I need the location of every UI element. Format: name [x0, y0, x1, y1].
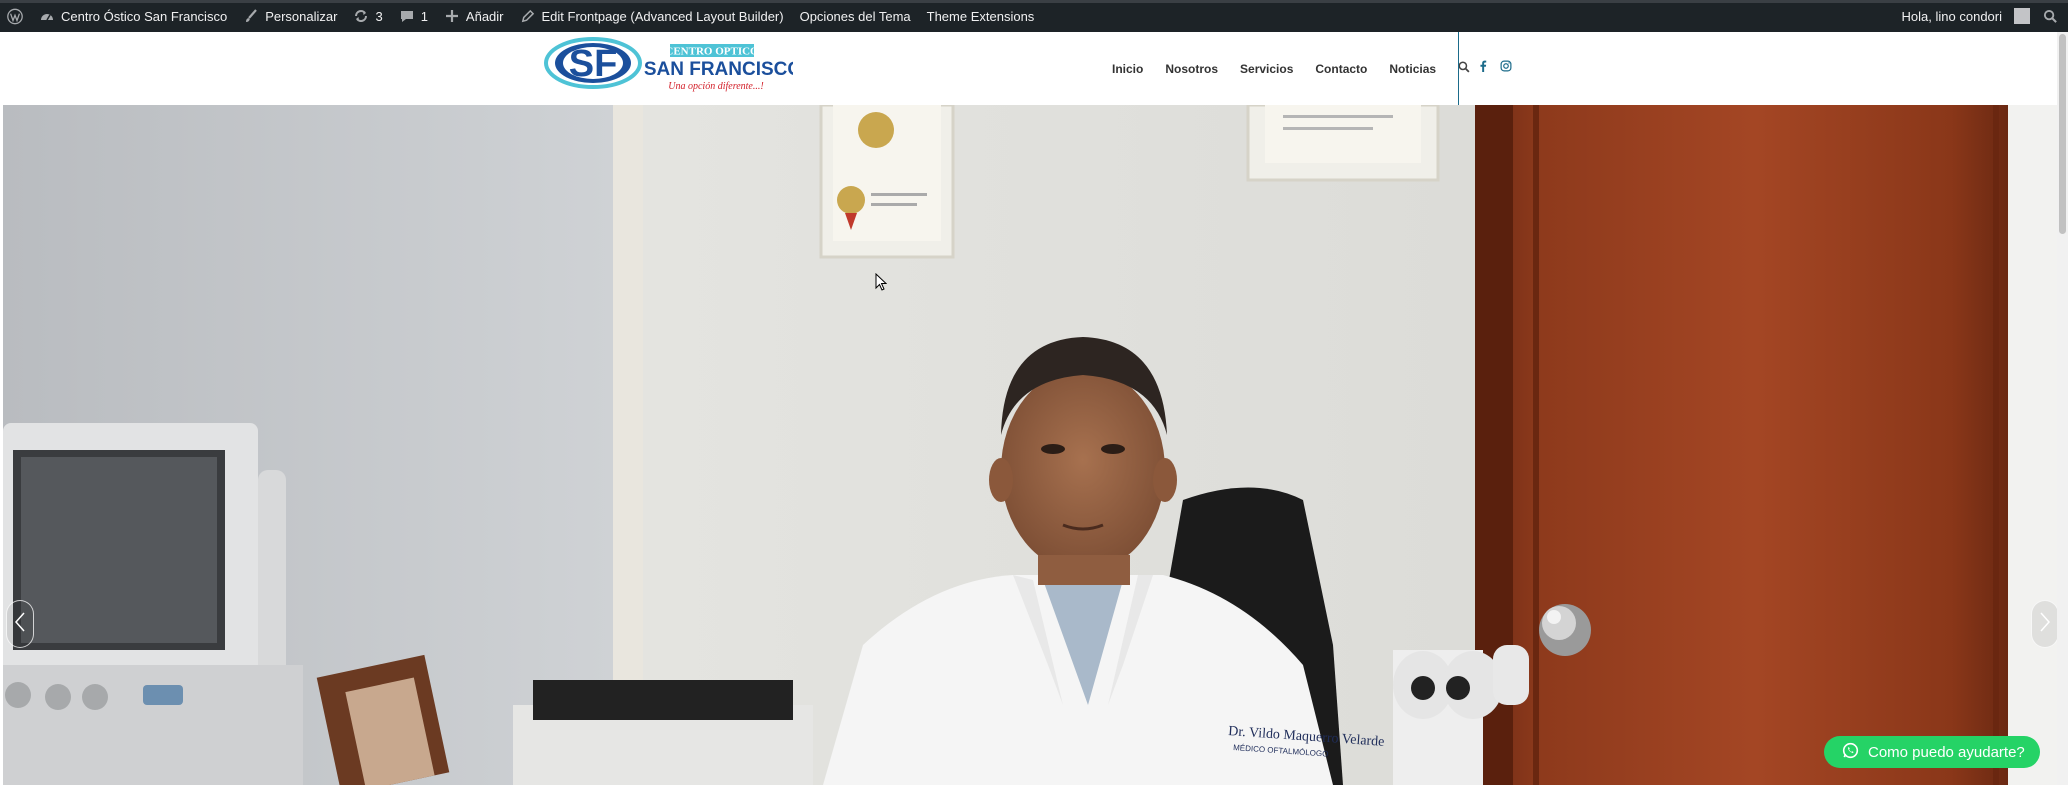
whatsapp-icon — [1842, 742, 1859, 763]
customize-menu[interactable]: Personalizar — [235, 0, 345, 32]
site-logo[interactable]: SF CENTRO OPTICO SAN FRANCISCO Una opció… — [543, 34, 802, 94]
add-new-menu[interactable]: Añadir — [436, 0, 512, 32]
main-navigation: Inicio Nosotros Servicios Contacto Notic… — [1101, 32, 1481, 105]
comments-count: 1 — [420, 8, 428, 24]
greeting-label: Hola, lino condori — [1901, 8, 2002, 24]
my-account-menu[interactable]: Hola, lino condori — [1894, 0, 2036, 32]
site-name-label: Centro Óstico San Francisco — [61, 8, 228, 24]
comment-icon — [399, 8, 415, 24]
nav-item-nosotros[interactable]: Nosotros — [1154, 62, 1229, 76]
certificate-frame-left — [819, 105, 955, 259]
facebook-icon[interactable] — [1478, 59, 1488, 77]
wp-admin-bar: Centro Óstico San Francisco Personalizar… — [0, 0, 2068, 32]
page-scrollbar[interactable] — [2057, 32, 2068, 785]
theme-options-label: Opciones del Tema — [799, 8, 911, 24]
plus-icon — [444, 8, 460, 24]
edit-frontpage-menu[interactable]: Edit Frontpage (Advanced Layout Builder) — [512, 0, 792, 32]
admin-bar-top-edge — [0, 0, 2068, 3]
slider-prev-button[interactable] — [6, 600, 34, 648]
paintbrush-icon — [243, 8, 259, 24]
admin-bar-left: Centro Óstico San Francisco Personalizar… — [0, 0, 1042, 32]
updates-icon — [353, 8, 369, 24]
hero-slider: Dr. Vildo Maquerro Velarde MÉDICO OFTALM… — [3, 105, 2057, 785]
social-icons — [1478, 59, 1512, 77]
logo-badge-text: CENTRO OPTICO — [665, 46, 759, 58]
dashboard-icon — [39, 8, 55, 24]
theme-options-menu[interactable]: Opciones del Tema — [792, 0, 919, 32]
nav-item-inicio[interactable]: Inicio — [1101, 62, 1154, 76]
nav-item-servicios[interactable]: Servicios — [1229, 62, 1304, 76]
header-divider — [1458, 32, 1459, 105]
theme-extensions-label: Theme Extensions — [926, 8, 1035, 24]
customize-label: Personalizar — [265, 8, 338, 24]
chevron-right-icon — [2039, 611, 2051, 638]
comments-menu[interactable]: 1 — [391, 0, 436, 32]
wooden-door — [1475, 105, 2057, 785]
updates-count: 3 — [375, 8, 383, 24]
certificate-frame-right — [1246, 105, 1440, 182]
instagram-icon[interactable] — [1500, 59, 1512, 77]
pencil-icon — [520, 8, 536, 24]
search-icon — [1458, 60, 1470, 78]
search-icon — [2042, 8, 2058, 24]
site-header: SF CENTRO OPTICO SAN FRANCISCO Una opció… — [3, 32, 2057, 105]
slider-next-button[interactable] — [2031, 600, 2057, 648]
wordpress-icon — [7, 8, 23, 24]
nav-search-button[interactable] — [1447, 60, 1481, 78]
ophthalmic-device — [3, 423, 303, 785]
add-new-label: Añadir — [465, 8, 504, 24]
admin-search-button[interactable] — [2036, 0, 2068, 32]
logo-monogram: SF — [569, 43, 618, 85]
nav-item-contacto[interactable]: Contacto — [1304, 62, 1378, 76]
whatsapp-label: Como puedo ayudarte? — [1868, 743, 2025, 761]
edit-frontpage-label: Edit Frontpage (Advanced Layout Builder) — [541, 8, 784, 24]
logo-name: SAN FRANCISCO — [644, 59, 793, 80]
wordpress-menu[interactable] — [0, 0, 31, 32]
whatsapp-chat-button[interactable]: Como puedo ayudarte? — [1824, 736, 2040, 768]
hero-image: Dr. Vildo Maquerro Velarde MÉDICO OFTALM… — [3, 105, 2057, 785]
scrollbar-thumb[interactable] — [2059, 34, 2066, 234]
avatar — [2014, 8, 2030, 24]
chevron-left-icon — [14, 611, 26, 638]
theme-extensions-menu[interactable]: Theme Extensions — [919, 0, 1043, 32]
mouse-cursor-icon — [875, 272, 888, 296]
site-name-menu[interactable]: Centro Óstico San Francisco — [31, 0, 235, 32]
updates-menu[interactable]: 3 — [345, 0, 390, 32]
admin-bar-right: Hola, lino condori — [1894, 0, 2068, 32]
nav-item-noticias[interactable]: Noticias — [1378, 62, 1447, 76]
logo-tagline: Una opción diferente...! — [668, 81, 763, 92]
